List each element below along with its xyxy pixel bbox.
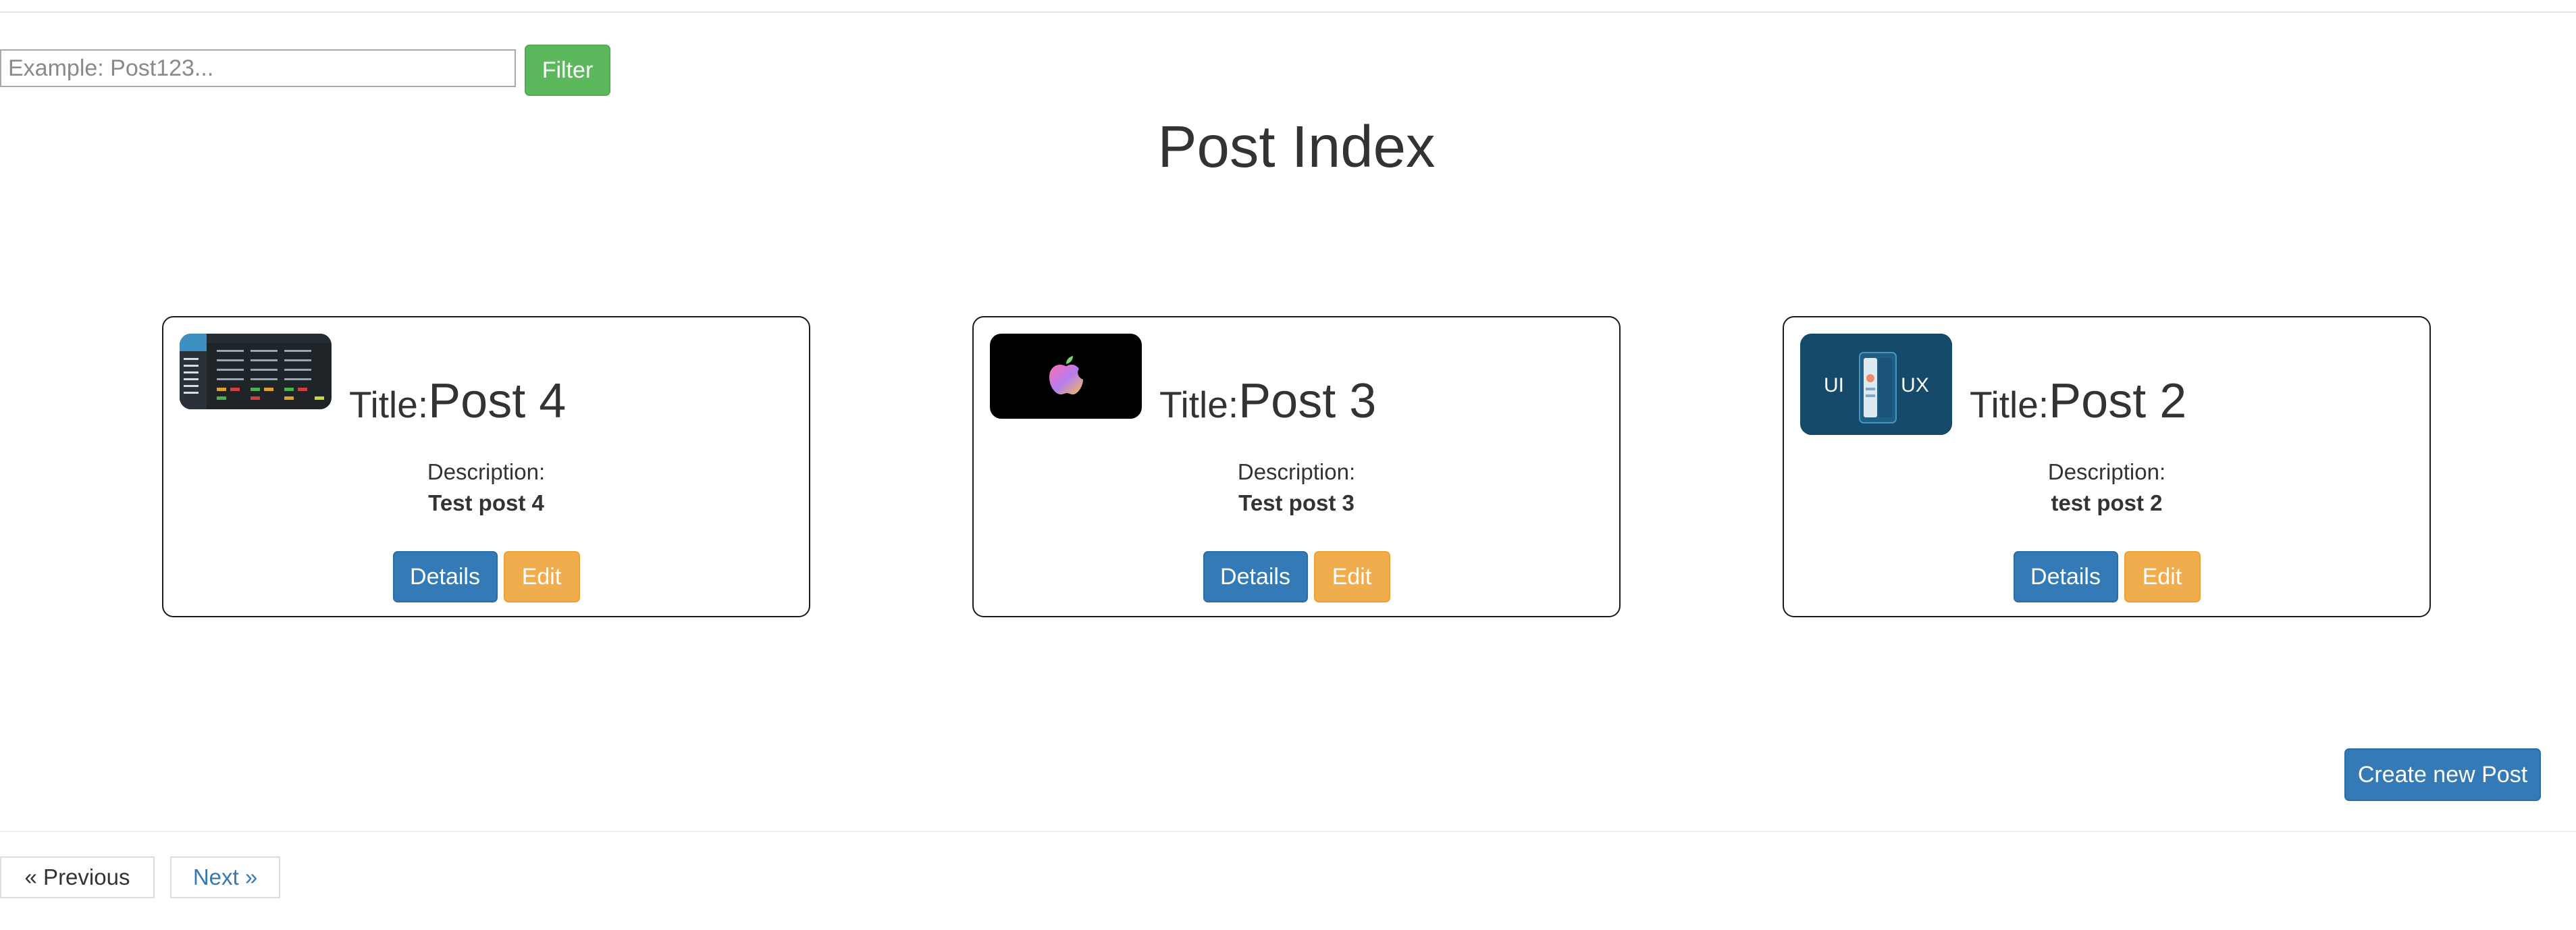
- post-thumbnail: UI UX: [1800, 334, 1952, 435]
- edit-button[interactable]: Edit: [1313, 551, 1390, 602]
- post-title-prefix: Title:: [1970, 384, 2049, 425]
- post-thumbnail: [990, 334, 1142, 419]
- post-actions: Details Edit: [163, 551, 809, 602]
- ui-ux-phone-image: UI UX: [1800, 334, 1952, 435]
- post-title-name: Post 4: [428, 374, 567, 428]
- page-title: Post Index: [1157, 114, 1436, 180]
- filter-button[interactable]: Filter: [525, 45, 610, 96]
- edit-button[interactable]: Edit: [503, 551, 580, 602]
- thumbnail-ux-text: UX: [1901, 374, 1929, 396]
- details-button[interactable]: Details: [1203, 551, 1308, 602]
- post-description-label: Description:: [1237, 459, 1356, 484]
- previous-page-button[interactable]: « Previous: [0, 856, 155, 898]
- post-title-prefix: Title:: [1159, 384, 1239, 425]
- apple-logo-image: [990, 334, 1142, 419]
- post-title: Title: Post 2: [1970, 377, 2186, 425]
- details-button[interactable]: Details: [392, 551, 498, 602]
- post-description: test post 2: [2051, 490, 2163, 515]
- post-title: Title: Post 4: [349, 377, 566, 425]
- create-new-post-button[interactable]: Create new Post: [2344, 748, 2541, 801]
- post-card: Title: Post 3 Description: Test post 3 De…: [972, 316, 1621, 617]
- dashboard-screenshot-image: [180, 334, 332, 409]
- post-description-label: Description:: [427, 459, 546, 484]
- post-description: Test post 3: [1238, 490, 1355, 515]
- post-actions: Details Edit: [974, 551, 1619, 602]
- post-description: Test post 4: [428, 490, 544, 515]
- post-title: Title: Post 3: [1159, 377, 1376, 425]
- post-card: UI UX Title: Post 2 Description: test pos…: [1783, 316, 2431, 617]
- details-button[interactable]: Details: [2013, 551, 2118, 602]
- post-actions: Details Edit: [1784, 551, 2429, 602]
- post-title-name: Post 3: [1238, 374, 1377, 428]
- post-title-prefix: Title:: [349, 384, 429, 425]
- edit-button[interactable]: Edit: [2124, 551, 2201, 602]
- post-thumbnail: [180, 334, 332, 409]
- post-card: Title: Post 4 Description: Test post 4 De…: [162, 316, 810, 617]
- next-page-button[interactable]: Next »: [170, 856, 280, 898]
- top-divider: [0, 11, 2576, 13]
- post-title-name: Post 2: [2049, 374, 2187, 428]
- filter-input[interactable]: [0, 49, 516, 87]
- thumbnail-ui-text: UI: [1824, 374, 1844, 396]
- post-description-label: Description:: [2047, 459, 2166, 484]
- bottom-divider: [0, 831, 2576, 832]
